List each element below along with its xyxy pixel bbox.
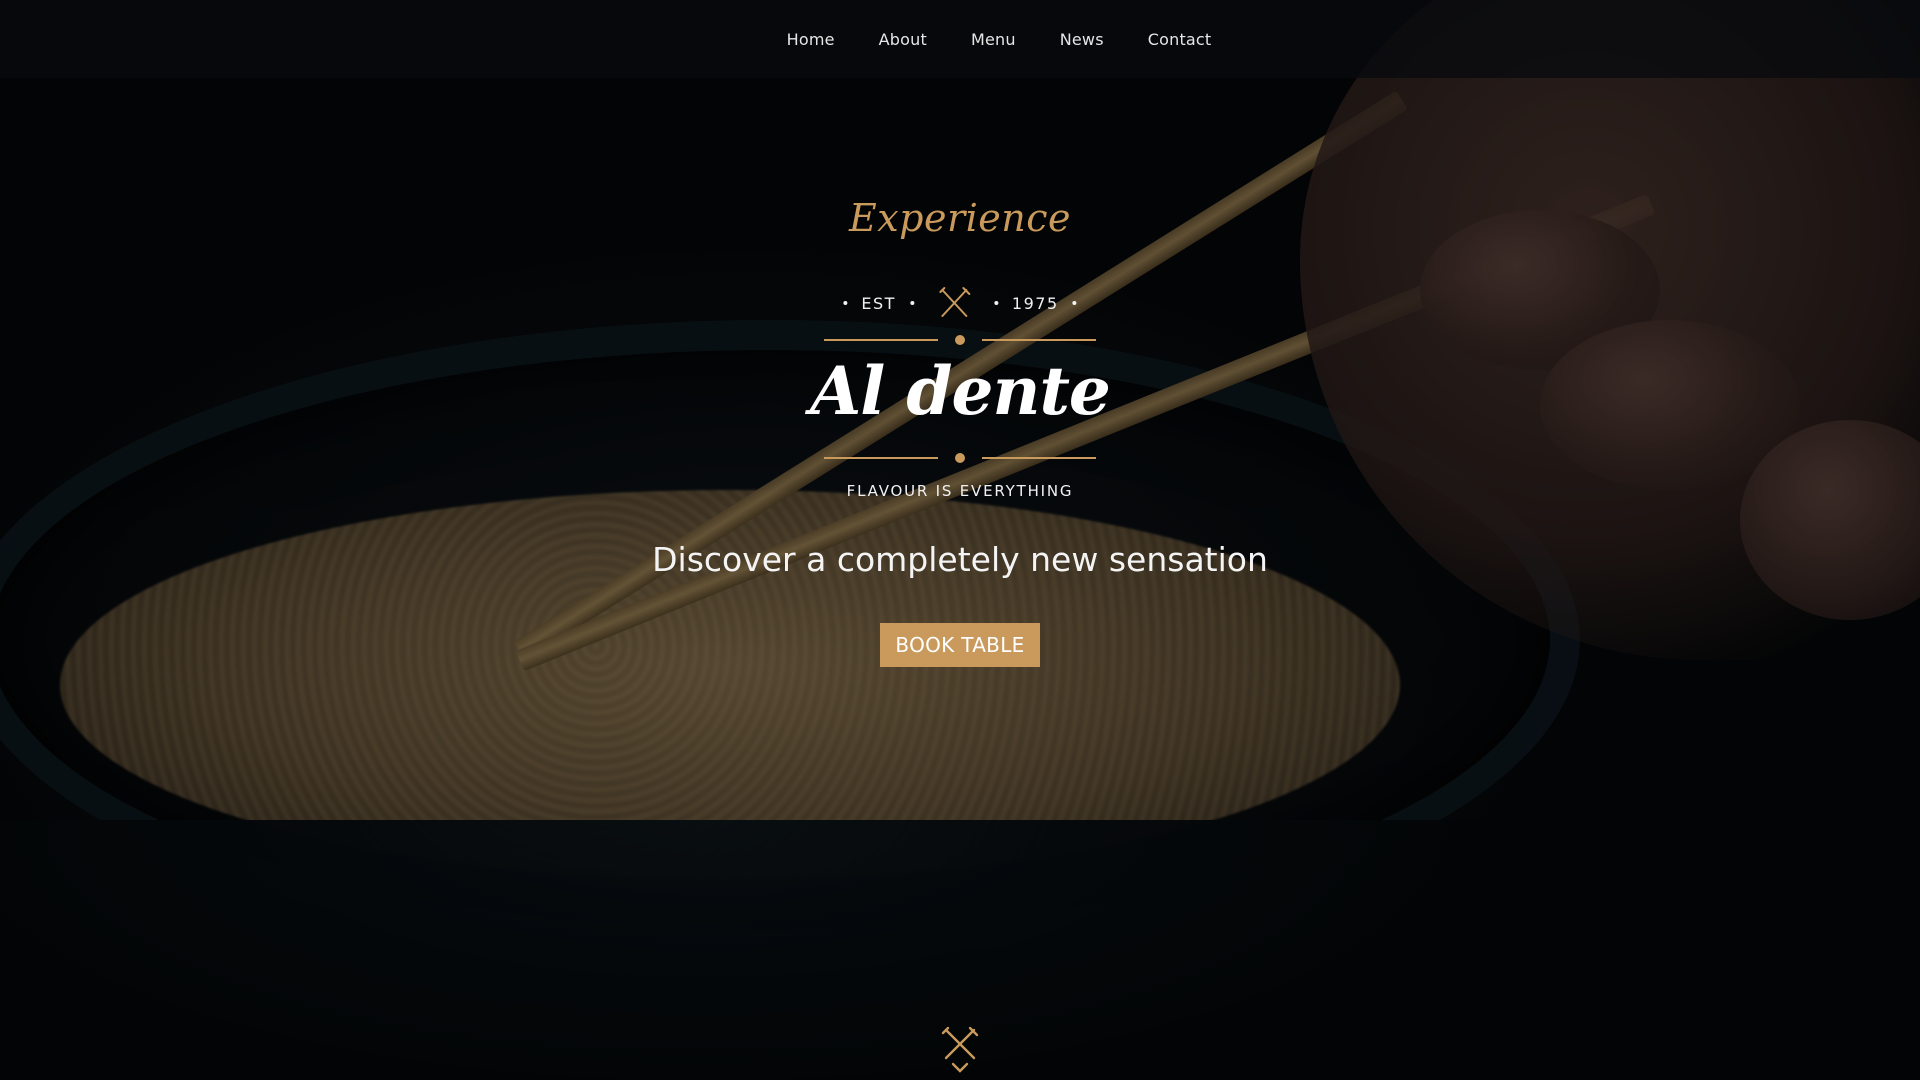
established-row: EST 1975 [843, 286, 1077, 320]
brand-name: Al dente [810, 352, 1111, 430]
bullet-dot [909, 301, 914, 305]
script-title: Experience [848, 196, 1072, 240]
hero-content: Experience EST 1975 Al dente FLAVOUR IS … [0, 0, 1920, 1080]
ornament-divider-bottom [824, 453, 1096, 463]
divider-line [824, 339, 938, 341]
divider-dot [955, 335, 965, 345]
est-label: EST [861, 293, 896, 313]
crossed-utensils-icon [938, 287, 970, 317]
bullet-dot [1072, 301, 1077, 305]
headline: Discover a completely new sensation [652, 540, 1268, 579]
divider-line [982, 339, 1096, 341]
est-year: 1975 [1011, 293, 1059, 313]
crossed-utensils-chevron-icon[interactable] [940, 1026, 980, 1074]
divider-line [824, 457, 938, 459]
bullet-dot [993, 301, 998, 305]
divider-line [982, 457, 1096, 459]
bullet-dot [843, 301, 848, 305]
divider-dot [955, 453, 965, 463]
ornament-divider-top [824, 335, 1096, 345]
book-table-button[interactable]: BOOK TABLE [880, 623, 1040, 667]
tagline: FLAVOUR IS EVERYTHING [846, 482, 1074, 500]
